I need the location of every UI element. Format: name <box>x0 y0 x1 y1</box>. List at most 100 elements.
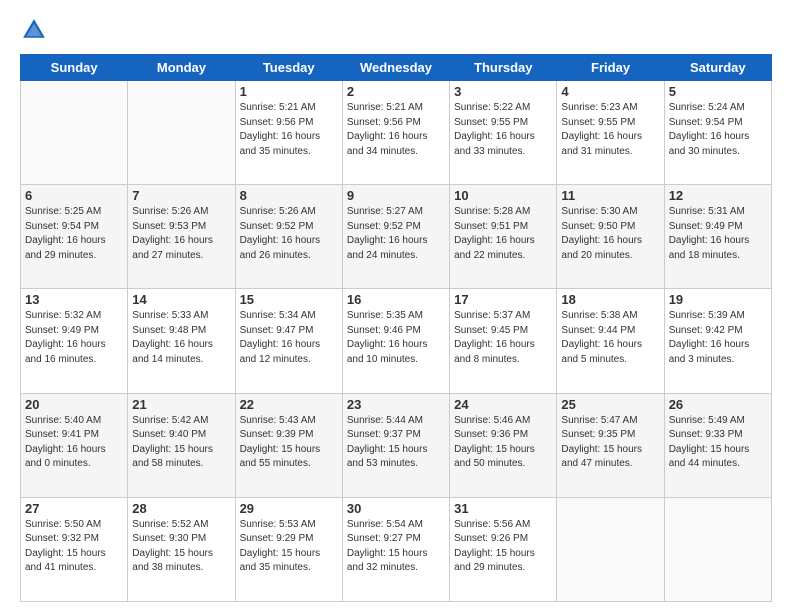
calendar-cell: 5 Sunrise: 5:24 AM Sunset: 9:54 PM Daylig… <box>664 81 771 185</box>
day-info: Sunrise: 5:53 AM Sunset: 9:29 PM Dayligh… <box>240 518 338 576</box>
day-number: 8 <box>240 188 338 203</box>
day-number: 27 <box>25 501 123 516</box>
calendar-cell: 26 Sunrise: 5:49 AM Sunset: 9:33 PM Dayli… <box>664 393 771 497</box>
header <box>20 16 772 44</box>
day-number: 16 <box>347 292 445 307</box>
day-info: Sunrise: 5:54 AM Sunset: 9:27 PM Dayligh… <box>347 518 445 576</box>
calendar-cell: 14 Sunrise: 5:33 AM Sunset: 9:48 PM Dayli… <box>128 289 235 393</box>
day-number: 4 <box>561 84 659 99</box>
weekday-header-monday: Monday <box>128 55 235 81</box>
day-info: Sunrise: 5:23 AM Sunset: 9:55 PM Dayligh… <box>561 101 659 159</box>
day-number: 23 <box>347 397 445 412</box>
day-number: 28 <box>132 501 230 516</box>
day-number: 1 <box>240 84 338 99</box>
day-info: Sunrise: 5:30 AM Sunset: 9:50 PM Dayligh… <box>561 205 659 263</box>
day-info: Sunrise: 5:34 AM Sunset: 9:47 PM Dayligh… <box>240 309 338 367</box>
day-number: 12 <box>669 188 767 203</box>
logo <box>20 16 52 44</box>
day-number: 11 <box>561 188 659 203</box>
calendar-cell: 28 Sunrise: 5:52 AM Sunset: 9:30 PM Dayli… <box>128 497 235 601</box>
week-row-4: 20 Sunrise: 5:40 AM Sunset: 9:41 PM Dayli… <box>21 393 772 497</box>
calendar-cell: 15Sunrise: 5:34 AM Sunset: 9:47 PM Dayli… <box>235 289 342 393</box>
calendar-cell: 27Sunrise: 5:50 AM Sunset: 9:32 PM Dayli… <box>21 497 128 601</box>
day-info: Sunrise: 5:39 AM Sunset: 9:42 PM Dayligh… <box>669 309 767 367</box>
calendar-cell: 8 Sunrise: 5:26 AM Sunset: 9:52 PM Daylig… <box>235 185 342 289</box>
weekday-header-tuesday: Tuesday <box>235 55 342 81</box>
calendar-body: 1 Sunrise: 5:21 AM Sunset: 9:56 PM Daylig… <box>21 81 772 602</box>
calendar-cell: 1 Sunrise: 5:21 AM Sunset: 9:56 PM Daylig… <box>235 81 342 185</box>
calendar-cell: 25 Sunrise: 5:47 AM Sunset: 9:35 PM Dayli… <box>557 393 664 497</box>
day-info: Sunrise: 5:42 AM Sunset: 9:40 PM Dayligh… <box>132 414 230 472</box>
weekday-row: SundayMondayTuesdayWednesdayThursdayFrid… <box>21 55 772 81</box>
day-number: 2 <box>347 84 445 99</box>
day-info: Sunrise: 5:31 AM Sunset: 9:49 PM Dayligh… <box>669 205 767 263</box>
weekday-header-thursday: Thursday <box>450 55 557 81</box>
day-number: 3 <box>454 84 552 99</box>
day-info: Sunrise: 5:47 AM Sunset: 9:35 PM Dayligh… <box>561 414 659 472</box>
calendar-cell: 20 Sunrise: 5:40 AM Sunset: 9:41 PM Dayli… <box>21 393 128 497</box>
day-number: 18 <box>561 292 659 307</box>
day-info: Sunrise: 5:22 AM Sunset: 9:55 PM Dayligh… <box>454 101 552 159</box>
day-info: Sunrise: 5:21 AM Sunset: 9:56 PM Dayligh… <box>240 101 338 159</box>
calendar-cell: 2 Sunrise: 5:21 AM Sunset: 9:56 PM Daylig… <box>342 81 449 185</box>
calendar-header: SundayMondayTuesdayWednesdayThursdayFrid… <box>21 55 772 81</box>
calendar-cell: 22Sunrise: 5:43 AM Sunset: 9:39 PM Dayli… <box>235 393 342 497</box>
calendar-cell: 23 Sunrise: 5:44 AM Sunset: 9:37 PM Dayli… <box>342 393 449 497</box>
calendar-cell: 16 Sunrise: 5:35 AM Sunset: 9:46 PM Dayli… <box>342 289 449 393</box>
day-number: 26 <box>669 397 767 412</box>
day-number: 22 <box>240 397 338 412</box>
weekday-header-friday: Friday <box>557 55 664 81</box>
day-info: Sunrise: 5:46 AM Sunset: 9:36 PM Dayligh… <box>454 414 552 472</box>
calendar-cell: 10Sunrise: 5:28 AM Sunset: 9:51 PM Dayli… <box>450 185 557 289</box>
calendar-cell: 13 Sunrise: 5:32 AM Sunset: 9:49 PM Dayli… <box>21 289 128 393</box>
week-row-2: 6 Sunrise: 5:25 AM Sunset: 9:54 PM Daylig… <box>21 185 772 289</box>
calendar-cell: 9Sunrise: 5:27 AM Sunset: 9:52 PM Daylig… <box>342 185 449 289</box>
day-info: Sunrise: 5:33 AM Sunset: 9:48 PM Dayligh… <box>132 309 230 367</box>
weekday-header-saturday: Saturday <box>664 55 771 81</box>
day-number: 30 <box>347 501 445 516</box>
calendar-cell <box>664 497 771 601</box>
day-number: 31 <box>454 501 552 516</box>
day-info: Sunrise: 5:26 AM Sunset: 9:52 PM Dayligh… <box>240 205 338 263</box>
calendar-cell: 7Sunrise: 5:26 AM Sunset: 9:53 PM Daylig… <box>128 185 235 289</box>
day-info: Sunrise: 5:26 AM Sunset: 9:53 PM Dayligh… <box>132 205 230 263</box>
day-info: Sunrise: 5:25 AM Sunset: 9:54 PM Dayligh… <box>25 205 123 263</box>
day-number: 9 <box>347 188 445 203</box>
day-number: 25 <box>561 397 659 412</box>
calendar-cell: 31Sunrise: 5:56 AM Sunset: 9:26 PM Dayli… <box>450 497 557 601</box>
day-number: 14 <box>132 292 230 307</box>
day-number: 19 <box>669 292 767 307</box>
day-info: Sunrise: 5:52 AM Sunset: 9:30 PM Dayligh… <box>132 518 230 576</box>
day-info: Sunrise: 5:21 AM Sunset: 9:56 PM Dayligh… <box>347 101 445 159</box>
day-number: 29 <box>240 501 338 516</box>
calendar-cell: 19 Sunrise: 5:39 AM Sunset: 9:42 PM Dayli… <box>664 289 771 393</box>
day-info: Sunrise: 5:24 AM Sunset: 9:54 PM Dayligh… <box>669 101 767 159</box>
day-number: 20 <box>25 397 123 412</box>
calendar-cell: 11 Sunrise: 5:30 AM Sunset: 9:50 PM Dayli… <box>557 185 664 289</box>
day-number: 6 <box>25 188 123 203</box>
calendar-cell: 3 Sunrise: 5:22 AM Sunset: 9:55 PM Daylig… <box>450 81 557 185</box>
calendar-cell: 21 Sunrise: 5:42 AM Sunset: 9:40 PM Dayli… <box>128 393 235 497</box>
day-info: Sunrise: 5:44 AM Sunset: 9:37 PM Dayligh… <box>347 414 445 472</box>
day-info: Sunrise: 5:49 AM Sunset: 9:33 PM Dayligh… <box>669 414 767 472</box>
page: SundayMondayTuesdayWednesdayThursdayFrid… <box>0 0 792 612</box>
weekday-header-wednesday: Wednesday <box>342 55 449 81</box>
day-info: Sunrise: 5:37 AM Sunset: 9:45 PM Dayligh… <box>454 309 552 367</box>
calendar-cell <box>21 81 128 185</box>
week-row-5: 27Sunrise: 5:50 AM Sunset: 9:32 PM Dayli… <box>21 497 772 601</box>
weekday-header-sunday: Sunday <box>21 55 128 81</box>
calendar-cell: 29 Sunrise: 5:53 AM Sunset: 9:29 PM Dayli… <box>235 497 342 601</box>
calendar-cell: 6 Sunrise: 5:25 AM Sunset: 9:54 PM Daylig… <box>21 185 128 289</box>
calendar-cell <box>557 497 664 601</box>
logo-icon <box>20 16 48 44</box>
day-number: 5 <box>669 84 767 99</box>
calendar-cell: 12 Sunrise: 5:31 AM Sunset: 9:49 PM Dayli… <box>664 185 771 289</box>
day-number: 21 <box>132 397 230 412</box>
day-info: Sunrise: 5:32 AM Sunset: 9:49 PM Dayligh… <box>25 309 123 367</box>
day-info: Sunrise: 5:40 AM Sunset: 9:41 PM Dayligh… <box>25 414 123 472</box>
day-info: Sunrise: 5:35 AM Sunset: 9:46 PM Dayligh… <box>347 309 445 367</box>
calendar-cell: 4 Sunrise: 5:23 AM Sunset: 9:55 PM Daylig… <box>557 81 664 185</box>
day-number: 10 <box>454 188 552 203</box>
day-number: 17 <box>454 292 552 307</box>
day-number: 13 <box>25 292 123 307</box>
